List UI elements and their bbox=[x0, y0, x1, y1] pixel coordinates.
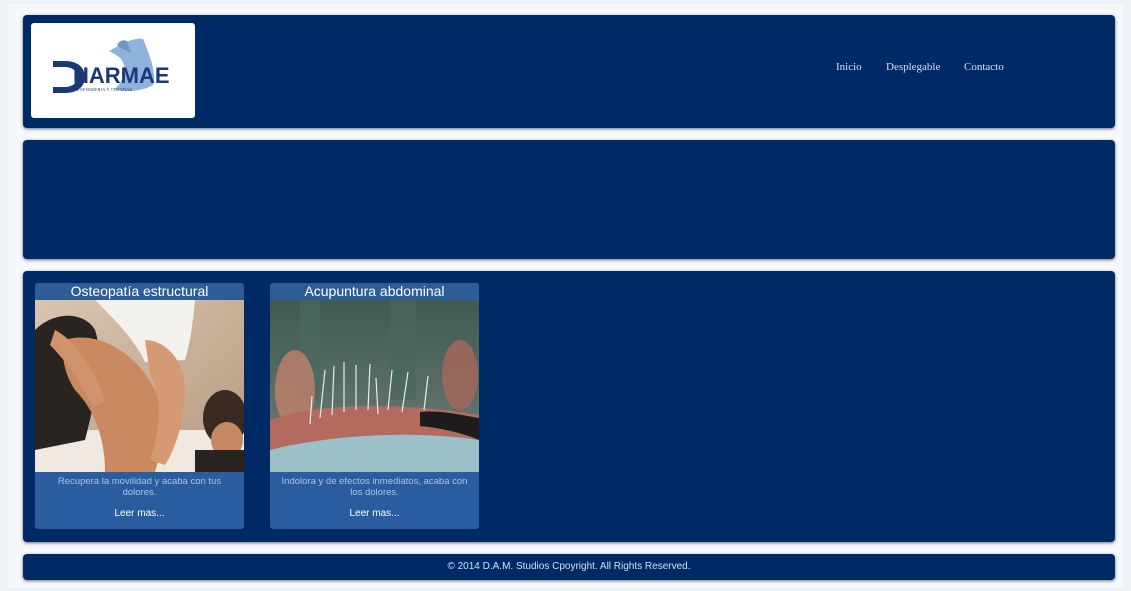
logo[interactable]: HARMAE ENFERMERIA Y TERAPIAS bbox=[31, 23, 195, 118]
massage-photo bbox=[35, 300, 244, 472]
content-area: Osteopatía estructural Recupera la movil… bbox=[23, 271, 1115, 542]
nav-item-desplegable[interactable]: Desplegable bbox=[886, 61, 940, 73]
site-footer: © 2014 D.A.M. Studios Cpoyright. All Rig… bbox=[23, 554, 1115, 580]
copyright-text: © 2014 D.A.M. Studios Cpoyright. All Rig… bbox=[447, 561, 691, 572]
acupuncture-photo bbox=[270, 300, 479, 472]
card-description: Indolora y de efectos inmediatos, acaba … bbox=[281, 476, 468, 498]
nav-item-contacto[interactable]: Contacto bbox=[964, 61, 1004, 73]
nav-item-inicio[interactable]: Inicio bbox=[836, 61, 862, 73]
card-title: Acupuntura abdominal bbox=[270, 283, 479, 300]
site-header: HARMAE ENFERMERIA Y TERAPIAS Inicio Desp… bbox=[23, 15, 1115, 128]
card-title: Osteopatía estructural bbox=[35, 283, 244, 300]
logo-text: HARMAE bbox=[73, 63, 170, 88]
service-card-osteopatia[interactable]: Osteopatía estructural Recupera la movil… bbox=[35, 283, 244, 529]
read-more-link[interactable]: Leer mas... bbox=[270, 508, 479, 519]
read-more-link[interactable]: Leer mas... bbox=[35, 508, 244, 519]
card-description: Recupera la movilidad y acaba con tus do… bbox=[57, 476, 222, 498]
logo-subtitle: ENFERMERIA Y TERAPIAS bbox=[77, 87, 133, 92]
banner bbox=[23, 140, 1115, 259]
service-card-acupuntura[interactable]: Acupuntura abdominal Indolora y de efect… bbox=[270, 283, 479, 529]
